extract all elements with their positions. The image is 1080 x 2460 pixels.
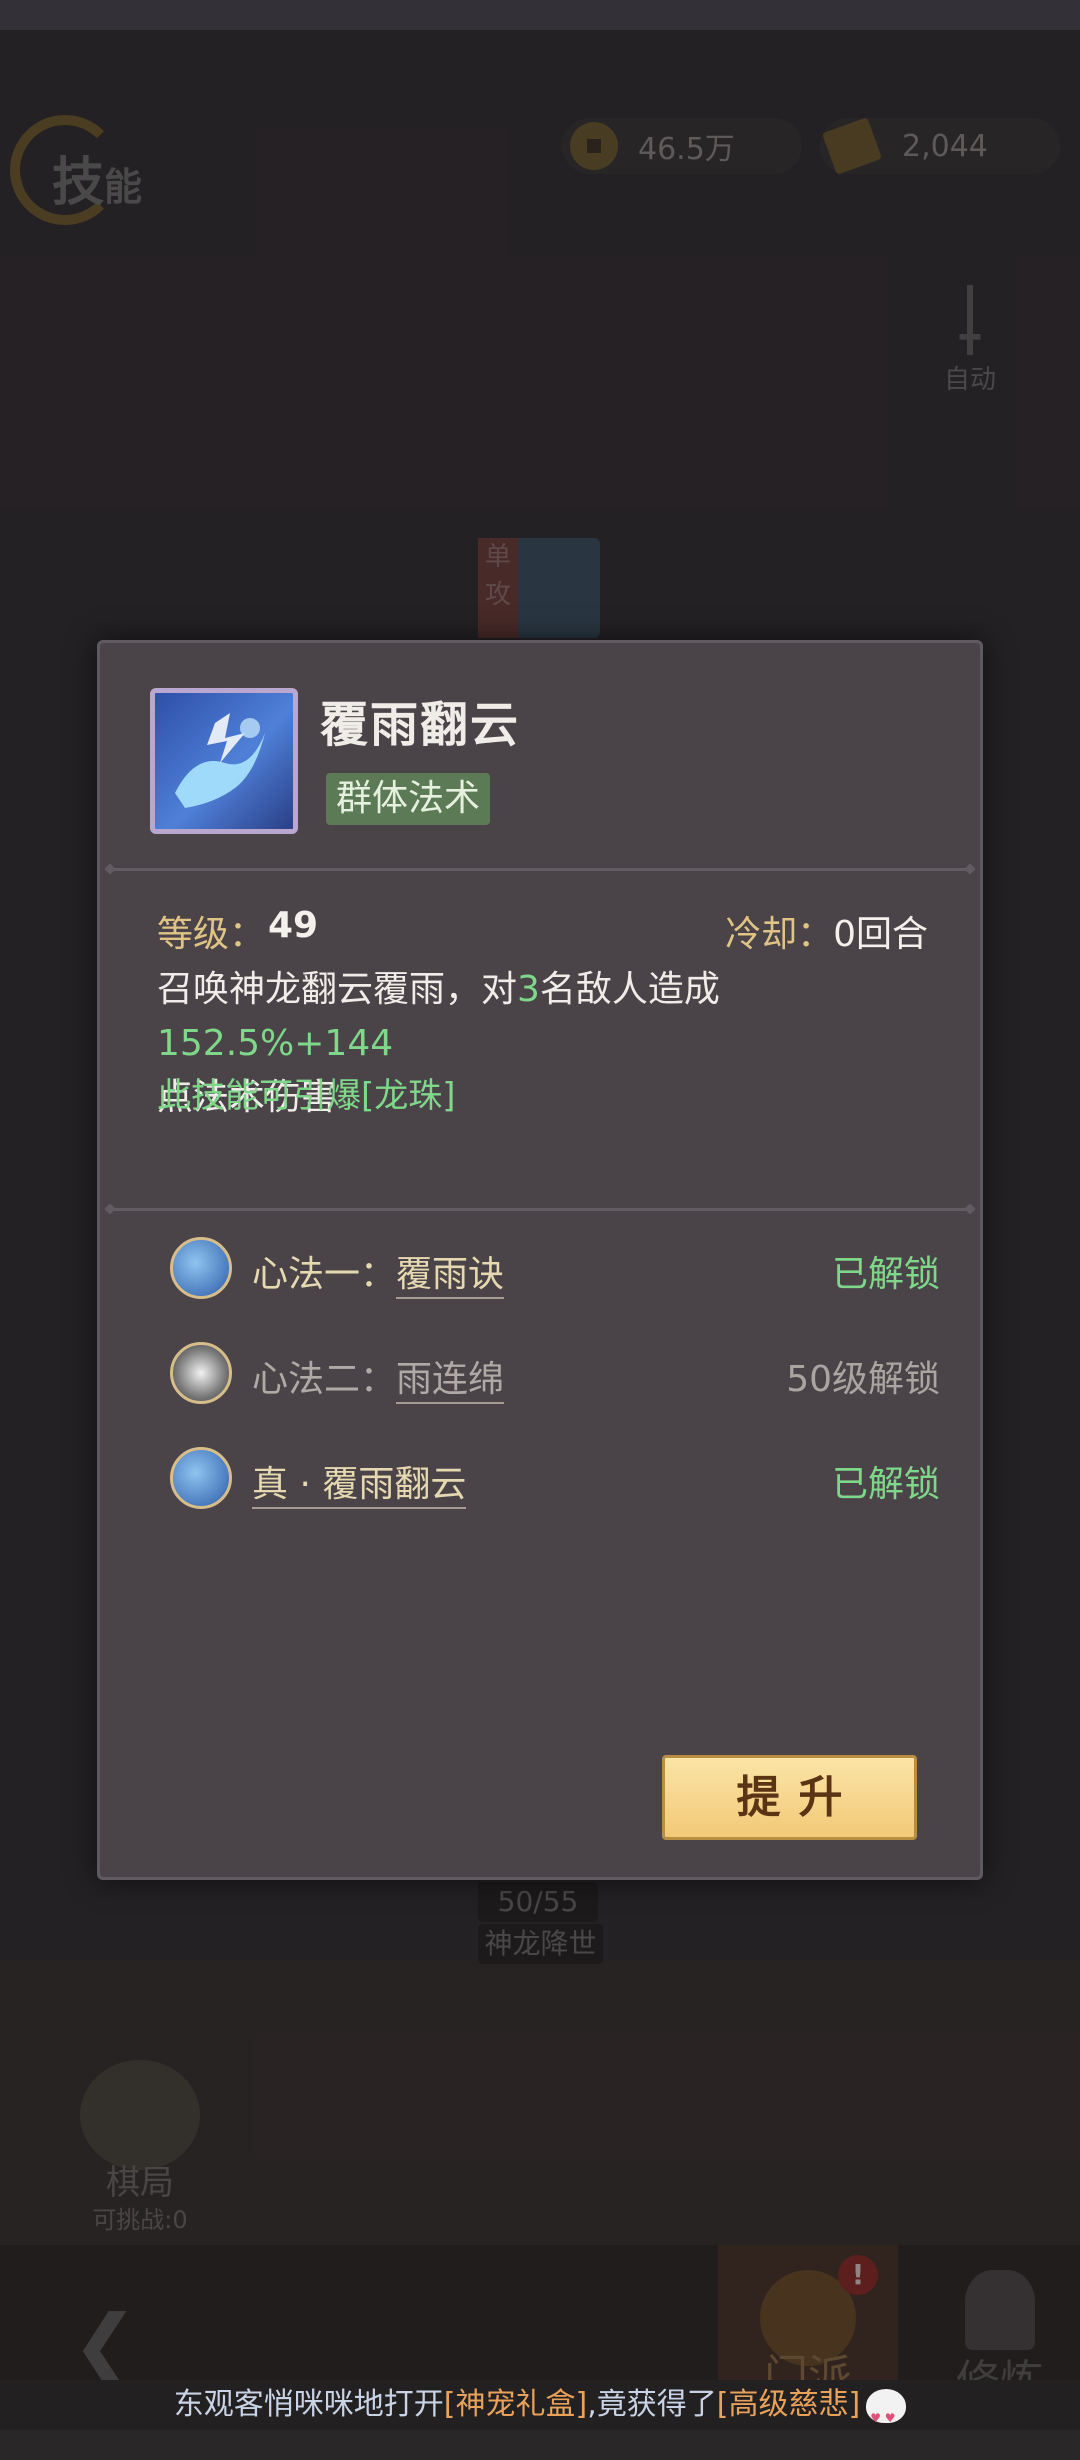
xinfa-2-prefix: 心法二： [252,1359,397,1400]
xinfa-1-icon [170,1237,232,1299]
skill-name: 覆雨翻云 [320,697,521,753]
xinfa-1-label: 心法一：覆雨诀 [252,1245,505,1299]
true-skill-label: 真 · 覆雨翻云 [252,1455,467,1509]
true-skill-link[interactable]: 真 · 覆雨翻云 [252,1464,467,1509]
skill-detail-modal: 覆雨翻云 群体法术 等级： 49 冷却：0回合 召唤神龙翻云覆雨，对3名敌人造成… [97,640,983,1880]
broadcast-ticker: 东观客悄咪咪地打开[神宠礼盒],竟获得了[高级慈悲] [0,2380,1080,2443]
upgrade-button[interactable]: 提升 [662,1755,917,1840]
desc-damage: 152.5%+144 [157,1023,394,1064]
ticker-item: [神宠礼盒] [443,2387,588,2422]
true-skill-status: 已解锁 [831,1464,940,1505]
desc-part: 名敌人造成 [539,969,720,1010]
xinfa-1-link[interactable]: 覆雨诀 [396,1254,505,1299]
xinfa-2-link[interactable]: 雨连绵 [396,1359,505,1404]
cooldown: 冷却：0回合 [725,905,928,957]
detonate-note: 此技能可引爆[龙珠] [157,1076,456,1116]
cooldown-value: 0回合 [833,914,928,955]
ticker-text: 东观客悄咪咪地打开 [173,2387,444,2422]
dragon-skill-icon [150,688,298,834]
xinfa-row-2[interactable]: 心法二：雨连绵 50级解锁 [170,1342,940,1412]
xinfa-1-prefix: 心法一： [252,1254,397,1295]
ticker-text: ,竟获得了 [587,2387,717,2422]
desc-targets: 3 [517,969,540,1010]
gesture-bar [0,2430,1080,2460]
cat-emoji-icon [866,2388,907,2443]
skill-type-badge: 群体法术 [326,773,491,825]
xinfa-2-status: 50级解锁 [786,1359,940,1400]
desc-part: 召唤神龙翻云覆雨，对 [157,969,518,1010]
xinfa-row-1[interactable]: 心法一：覆雨诀 已解锁 [170,1237,940,1307]
level-label: 等级： [157,914,266,955]
xinfa-row-3[interactable]: 真 · 覆雨翻云 已解锁 [170,1447,940,1517]
divider [110,868,970,871]
level-value: 49 [268,905,319,946]
xinfa-2-label: 心法二：雨连绵 [252,1350,505,1404]
xinfa-2-icon [170,1342,232,1404]
divider [110,1208,970,1211]
cooldown-label: 冷却： [725,914,834,955]
xinfa-1-status: 已解锁 [831,1254,940,1295]
true-skill-icon [170,1447,232,1509]
ticker-item: [高级慈悲] [716,2387,861,2422]
